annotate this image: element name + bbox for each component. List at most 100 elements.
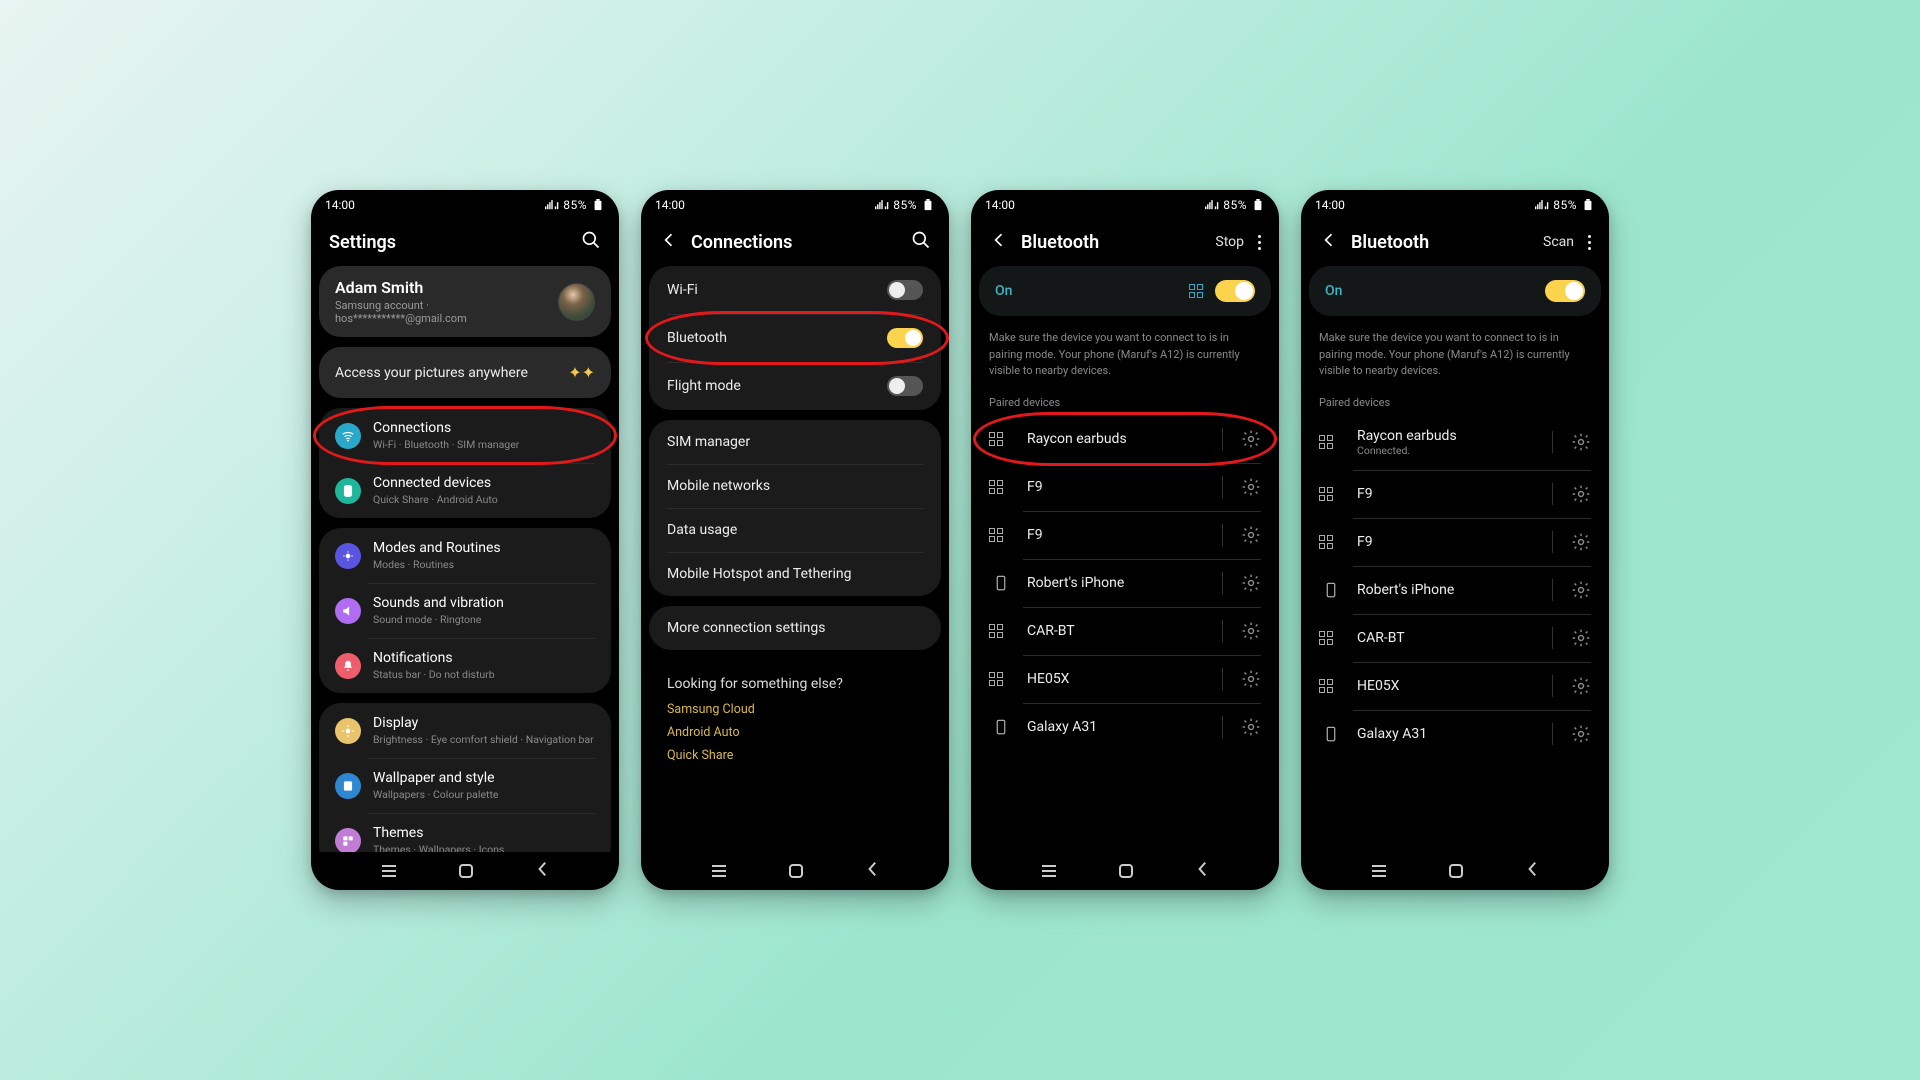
suggest-link[interactable]: Samsung Cloud [667,702,923,717]
gear-icon[interactable] [1571,484,1591,504]
gear-icon[interactable] [1571,432,1591,452]
nav-back[interactable] [866,861,878,881]
nav-home[interactable] [1449,864,1463,878]
gear-icon[interactable] [1241,573,1261,593]
paired-device[interactable]: Robert's iPhone [1309,566,1601,614]
nav-back[interactable] [1526,861,1538,881]
back-icon[interactable] [659,230,679,254]
settings-item-connections[interactable]: Connections Wi-Fi · Bluetooth · SIM mana… [319,408,611,463]
nav-back[interactable] [536,861,548,881]
scan-action[interactable]: Stop [1215,234,1244,250]
android-navbar [641,852,949,890]
gear-icon[interactable] [1241,669,1261,689]
toggle[interactable] [887,280,923,300]
settings-item-modes-and-routines[interactable]: Modes and Routines Modes · Routines [319,528,611,583]
row-bluetooth[interactable]: Bluetooth [649,314,941,362]
nav-home[interactable] [789,864,803,878]
status-time: 14:00 [325,198,355,212]
sound-icon [335,598,361,624]
scan-action[interactable]: Scan [1543,234,1574,250]
bluetooth-header: Bluetooth Stop [971,216,1279,266]
gear-icon[interactable] [1571,676,1591,696]
settings-group: Connections Wi-Fi · Bluetooth · SIM mana… [319,408,611,518]
search-icon[interactable] [581,230,601,254]
promo-card[interactable]: Access your pictures anywhere ✦✦ [319,347,611,398]
paired-device[interactable]: Robert's iPhone [979,559,1271,607]
paired-device[interactable]: CAR-BT [1309,614,1601,662]
profile-card[interactable]: Adam Smith Samsung account · hos********… [319,266,611,337]
settings-content: Adam Smith Samsung account · hos********… [311,266,619,852]
row-mobile-hotspot-and-tethering[interactable]: Mobile Hotspot and Tethering [649,552,941,596]
row-sim-manager[interactable]: SIM manager [649,420,941,464]
gear-icon[interactable] [1241,717,1261,737]
row-label: SIM manager [667,434,750,450]
gear-icon[interactable] [1241,429,1261,449]
item-sub: Modes · Routines [373,558,501,571]
settings-item-wallpaper-and-style[interactable]: Wallpaper and style Wallpapers · Colour … [319,758,611,813]
row-label: Flight mode [667,378,741,394]
avatar[interactable] [558,283,595,321]
gear-icon[interactable] [1571,532,1591,552]
item-sub: Wi-Fi · Bluetooth · SIM manager [373,438,519,451]
status-time: 14:00 [1315,198,1345,212]
back-icon[interactable] [989,230,1009,254]
bluetooth-on-row[interactable]: On [979,266,1271,316]
paired-device[interactable]: CAR-BT [979,607,1271,655]
suggest-link[interactable]: Quick Share [667,748,923,763]
toggle[interactable] [887,376,923,396]
gear-icon[interactable] [1241,621,1261,641]
row-data-usage[interactable]: Data usage [649,508,941,552]
row-mobile-networks[interactable]: Mobile networks [649,464,941,508]
toggle[interactable] [887,328,923,348]
gear-icon[interactable] [1241,525,1261,545]
device-name: Galaxy A31 [1027,719,1212,735]
paired-device[interactable]: Raycon earbudsConnected. [1309,415,1601,470]
paired-device[interactable]: F9 [979,463,1271,511]
more-icon[interactable] [1588,235,1591,250]
settings-item-connected-devices[interactable]: Connected devices Quick Share · Android … [319,463,611,518]
paired-device[interactable]: F9 [979,511,1271,559]
android-navbar [1301,852,1609,890]
bluetooth-on-row[interactable]: On [1309,266,1601,316]
item-label: Notifications [373,650,495,666]
nav-home[interactable] [1119,864,1133,878]
suggest-link[interactable]: Android Auto [667,725,923,740]
gear-icon[interactable] [1571,628,1591,648]
qr-scan-icon[interactable] [1189,284,1203,298]
page-title: Bluetooth [1021,232,1099,253]
row-more-connection-settings[interactable]: More connection settings [649,606,941,650]
bluetooth-toggle[interactable] [1545,280,1585,302]
gear-icon[interactable] [1571,580,1591,600]
nav-recents[interactable] [1372,865,1386,877]
nav-recents[interactable] [712,865,726,877]
nav-home[interactable] [459,864,473,878]
link-icon [335,478,361,504]
gear-icon[interactable] [1571,724,1591,744]
search-icon[interactable] [911,230,931,254]
settings-item-sounds-and-vibration[interactable]: Sounds and vibration Sound mode · Ringto… [319,583,611,638]
more-icon[interactable] [1258,235,1261,250]
row-wi-fi[interactable]: Wi-Fi [649,266,941,314]
row-flight-mode[interactable]: Flight mode [649,362,941,410]
bluetooth-toggle[interactable] [1215,280,1255,302]
paired-device[interactable]: F9 [1309,470,1601,518]
paired-device[interactable]: HE05X [979,655,1271,703]
paired-device[interactable]: F9 [1309,518,1601,566]
device-name: F9 [1357,486,1542,502]
paired-device[interactable]: HE05X [1309,662,1601,710]
settings-item-notifications[interactable]: Notifications Status bar · Do not distur… [319,638,611,693]
nav-recents[interactable] [382,865,396,877]
settings-item-display[interactable]: Display Brightness · Eye comfort shield … [319,703,611,758]
paired-device[interactable]: Galaxy A31 [1309,710,1601,758]
device-name: HE05X [1357,678,1542,694]
item-label: Modes and Routines [373,540,501,556]
settings-item-themes[interactable]: Themes Themes · Wallpapers · Icons [319,813,611,852]
phone-icon [992,718,1010,736]
back-icon[interactable] [1319,230,1339,254]
gear-icon[interactable] [1241,477,1261,497]
nav-recents[interactable] [1042,865,1056,877]
paired-device[interactable]: Galaxy A31 [979,703,1271,751]
nav-back[interactable] [1196,861,1208,881]
paired-devices-label: Paired devices [1309,392,1601,415]
paired-device[interactable]: Raycon earbuds [979,415,1271,463]
